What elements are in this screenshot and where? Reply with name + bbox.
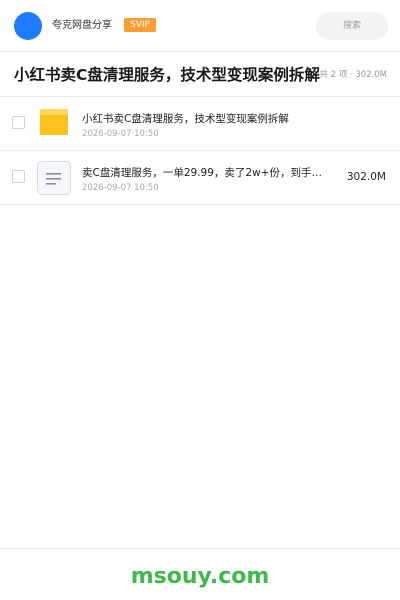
watermark: msouy.com [130, 564, 270, 589]
header: 夸克网盘分享 SVIP [0, 0, 400, 52]
file-row[interactable]: 卖C盘清理服务，一单29.99，卖了2w+份，到手… 2026-09-07 10… [0, 151, 400, 205]
footer: msouy.com [0, 548, 400, 600]
file-name[interactable]: 小红书卖C盘清理服务，技术型变现案例拆解 [82, 112, 327, 126]
search-box[interactable] [316, 12, 388, 40]
document-icon [37, 161, 71, 199]
file-date: 2026-09-07 10:50 [82, 129, 159, 139]
row-checkbox[interactable] [12, 116, 25, 129]
row-checkbox[interactable] [12, 170, 25, 183]
page-title: 小红书卖C盘清理服务，技术型变现案例拆解 [14, 66, 320, 84]
file-row[interactable]: 小红书卖C盘清理服务，技术型变现案例拆解 2026-09-07 10:50 [0, 97, 400, 151]
folder-icon [40, 109, 68, 139]
file-name[interactable]: 卖C盘清理服务，一单29.99，卖了2w+份，到手… [82, 166, 327, 180]
title-bar: 小红书卖C盘清理服务，技术型变现案例拆解 共 2 项 · 302.0M [0, 52, 400, 97]
search-input[interactable] [316, 12, 388, 40]
file-size: 302.0M [346, 171, 386, 183]
app-name: 夸克网盘分享 [52, 20, 112, 31]
svip-badge[interactable]: SVIP [124, 18, 156, 32]
file-date: 2026-09-07 10:50 [82, 183, 159, 193]
avatar[interactable] [14, 12, 42, 40]
title-meta: 共 2 项 · 302.0M [319, 70, 387, 80]
